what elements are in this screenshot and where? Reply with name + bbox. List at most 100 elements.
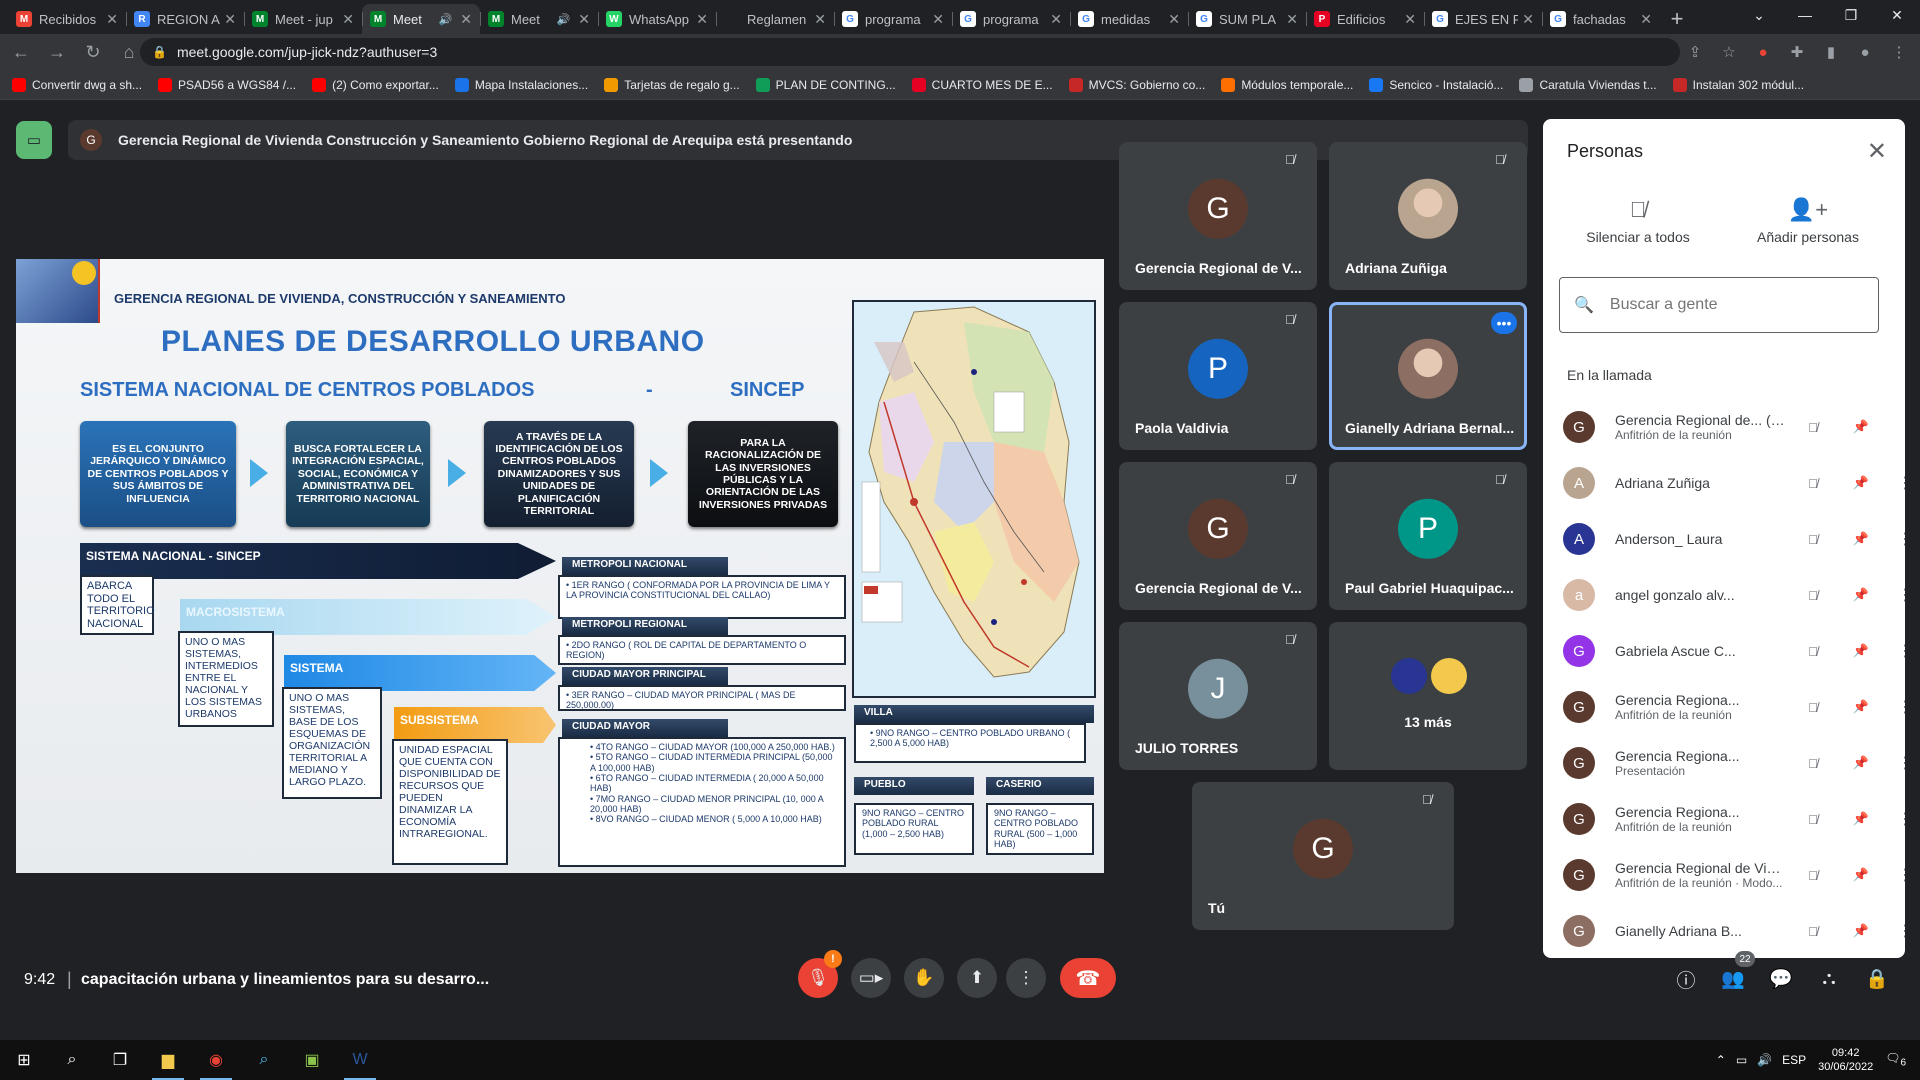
close-tab-icon[interactable]: ✕	[696, 11, 708, 28]
more-vert-icon[interactable]: ⋮	[1893, 585, 1905, 605]
browser-tab[interactable]: M Meet - jup ✕	[244, 4, 362, 34]
word-icon[interactable]: W	[336, 1040, 384, 1080]
present-screen-icon[interactable]: ▭	[16, 121, 52, 159]
mic-off-icon[interactable]: 🎙̸	[1801, 700, 1825, 715]
participant-tile[interactable]: 🎙̸ P Paul Gabriel Huaquipac...	[1329, 462, 1527, 610]
chrome-icon[interactable]: ◉	[192, 1040, 240, 1080]
browser-tab[interactable]: M Meet 🔊 ✕	[480, 4, 598, 34]
participant-list-item[interactable]: G Gerencia Regiona... Presentación 🎙̸ 📌 ⋮	[1543, 735, 1905, 791]
close-tab-icon[interactable]: ✕	[106, 11, 118, 28]
search-icon[interactable]: ⌕	[48, 1040, 96, 1080]
task-view-icon[interactable]: ❐	[96, 1040, 144, 1080]
pin-icon[interactable]: 📌	[1849, 531, 1873, 547]
participant-list-item[interactable]: G Gabriela Ascue C... 🎙̸ 📌 ⋮	[1543, 623, 1905, 679]
bookmark-item[interactable]: Tarjetas de regalo g...	[604, 77, 740, 92]
participant-tile[interactable]: 🎙̸ Adriana Zuñiga	[1329, 142, 1527, 290]
mic-off-icon[interactable]: 🎙̸	[1801, 644, 1825, 659]
tab-search-icon[interactable]: ⌄	[1736, 0, 1782, 30]
browser-tab[interactable]: G SUM PLA ✕	[1188, 4, 1306, 34]
mic-off-icon[interactable]: 🎙̸	[1801, 420, 1825, 435]
participant-tile[interactable]: 🎙̸ G Gerencia Regional de V...	[1119, 462, 1317, 610]
omnibox[interactable]: 🔒 meet.google.com/jup-jick-ndz?authuser=…	[140, 38, 1680, 66]
present-now-button[interactable]: ⬆	[957, 958, 997, 998]
close-icon[interactable]: ✕	[1867, 137, 1887, 166]
reload-icon[interactable]: ↻	[78, 37, 108, 67]
browser-tab[interactable]: Gfachadas ✕	[1542, 4, 1660, 34]
pin-icon[interactable]: 📌	[1849, 475, 1873, 491]
add-people-button[interactable]: 👤+ Añadir personas	[1733, 197, 1883, 245]
browser-tab[interactable]: G EJES EN P ✕	[1424, 4, 1542, 34]
windows-start-icon[interactable]: ⊞	[0, 1040, 48, 1080]
bookmark-item[interactable]: CUARTO MES DE E...	[911, 77, 1053, 92]
mic-off-icon[interactable]: 🎙̸	[1801, 588, 1825, 603]
pin-icon[interactable]: 📌	[1849, 643, 1873, 659]
activities-button[interactable]: ⛬	[1811, 961, 1847, 997]
forward-icon[interactable]: →	[42, 37, 72, 67]
chat-button[interactable]: 💬	[1763, 961, 1799, 997]
remote-app-icon[interactable]: ▣	[288, 1040, 336, 1080]
people-search-input[interactable]	[1609, 296, 1850, 314]
more-options-button[interactable]: ⋮	[1006, 958, 1046, 998]
pin-icon[interactable]: 📌	[1849, 419, 1873, 435]
bookmark-item[interactable]: Sencico - Instalació...	[1369, 77, 1503, 92]
bookmark-item[interactable]: Caratula Viviendas t...	[1519, 77, 1657, 92]
browser-tab[interactable]: W WhatsApp ✕	[598, 4, 716, 34]
more-vert-icon[interactable]: ⋮	[1893, 529, 1905, 549]
bookmark-item[interactable]: Instalan 302 módul...	[1672, 77, 1804, 92]
mic-off-icon[interactable]: 🎙̸	[1801, 756, 1825, 771]
more-vert-icon[interactable]: ⋮	[1893, 641, 1905, 661]
magnifier-app-icon[interactable]: ⌕	[240, 1040, 288, 1080]
browser-tab[interactable]: M Recibidos ✕	[8, 4, 126, 34]
more-vert-icon[interactable]: ⋮	[1893, 697, 1905, 717]
close-tab-icon[interactable]: ✕	[1522, 11, 1534, 28]
menu-dots-icon[interactable]: ⋮	[1884, 37, 1914, 67]
more-vert-icon[interactable]: ⋮	[1893, 809, 1905, 829]
browser-tab[interactable]: Gmedidas ✕	[1070, 4, 1188, 34]
people-search-field[interactable]: 🔍	[1559, 277, 1879, 333]
network-icon[interactable]: ▭	[1736, 1053, 1747, 1067]
minimize-button[interactable]: —	[1782, 0, 1828, 30]
pin-icon[interactable]: 📌	[1849, 811, 1873, 827]
close-tab-icon[interactable]: ✕	[932, 11, 944, 28]
participant-tile[interactable]: 🎙̸ P Paola Valdivia	[1119, 302, 1317, 450]
back-icon[interactable]: ←	[6, 37, 36, 67]
participant-tile[interactable]: 🎙̸ J JULIO TORRES	[1119, 622, 1317, 770]
participant-tile[interactable]: 13 más	[1329, 622, 1527, 770]
more-vert-icon[interactable]: ⋮	[1893, 753, 1905, 773]
restore-button[interactable]: ❐	[1828, 0, 1874, 30]
share-icon[interactable]: ⇪	[1680, 37, 1710, 67]
sidepanel-icon[interactable]: ▮	[1816, 37, 1846, 67]
browser-tab[interactable]: Reglamen ✕	[716, 4, 834, 34]
more-options-icon[interactable]: •••	[1491, 312, 1517, 334]
volume-icon[interactable]: 🔊	[1757, 1053, 1772, 1067]
close-tab-icon[interactable]: ✕	[1286, 11, 1298, 28]
bookmark-item[interactable]: Mapa Instalaciones...	[454, 77, 588, 92]
pin-icon[interactable]: 📌	[1849, 755, 1873, 771]
participant-list-item[interactable]: A Anderson_ Laura 🎙̸ 📌 ⋮	[1543, 511, 1905, 567]
browser-tab[interactable]: M Meet 🔊 ✕	[362, 4, 480, 34]
language-indicator[interactable]: ESP	[1782, 1053, 1806, 1067]
more-vert-icon[interactable]: ⋮	[1893, 473, 1905, 493]
meeting-details-button[interactable]: ⓘ	[1668, 961, 1704, 997]
speaker-icon[interactable]: 🔊	[557, 13, 571, 26]
participant-tile[interactable]: ••• Gianelly Adriana Bernal...	[1329, 302, 1527, 450]
participant-tile[interactable]: 🎙̸ G Gerencia Regional de V...	[1119, 142, 1317, 290]
close-tab-icon[interactable]: ✕	[1168, 11, 1180, 28]
mute-all-button[interactable]: 🎙̸ Silenciar a todos	[1563, 197, 1713, 245]
close-tab-icon[interactable]: ✕	[460, 11, 472, 28]
notification-icon[interactable]: 🗨6	[1885, 1051, 1906, 1068]
tray-chevron-icon[interactable]: ⌃	[1716, 1053, 1726, 1067]
camera-button[interactable]: ▭▸	[851, 958, 891, 998]
clock[interactable]: 09:42 30/06/2022	[1818, 1046, 1873, 1075]
browser-tab[interactable]: P Edificios ✕	[1306, 4, 1424, 34]
new-tab-button[interactable]: +	[1660, 4, 1694, 34]
bookmark-item[interactable]: (2) Como exportar...	[312, 77, 439, 92]
close-tab-icon[interactable]: ✕	[1050, 11, 1062, 28]
extensions-puzzle-icon[interactable]: ✚	[1782, 37, 1812, 67]
browser-tab[interactable]: R REGION A ✕	[126, 4, 244, 34]
close-tab-icon[interactable]: ✕	[224, 11, 236, 28]
participant-list-item[interactable]: G Gerencia Regiona... Anfitrión de la reun…	[1543, 679, 1905, 735]
bookmark-item[interactable]: Módulos temporale...	[1221, 77, 1353, 92]
speaker-icon[interactable]: 🔊	[439, 13, 453, 26]
participant-list-item[interactable]: A Adriana Zuñiga 🎙̸ 📌 ⋮	[1543, 455, 1905, 511]
